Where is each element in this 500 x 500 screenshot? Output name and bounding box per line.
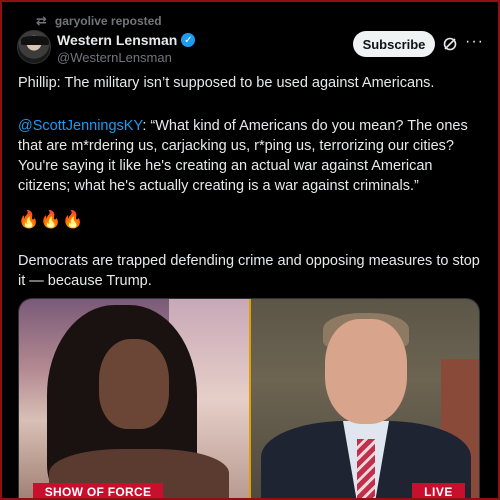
author-name-row[interactable]: Western Lensman ✓ [57,32,196,48]
post-quote: @ScottJenningsKY: “What kind of American… [18,116,480,196]
repost-label: garyolive reposted [54,14,162,28]
avatar-hat-shape [21,36,49,45]
news-chyron: SHOW OF FORCE [33,483,163,499]
post-text-line1: Phillip: The military isn’t supposed to … [18,75,435,91]
live-badge: LIVE [412,483,465,499]
fire-emojis: 🔥🔥🔥 [18,210,85,229]
subscribe-button[interactable]: Subscribe [353,31,435,57]
video-media[interactable]: SHOW OF FORCE LIVE [18,298,480,500]
mention-link[interactable]: @ScottJenningsKY [18,118,142,134]
person-tie-shape [357,439,375,499]
video-panel-left: SHOW OF FORCE [19,299,249,499]
more-icon[interactable]: ··· [465,33,484,51]
avatar[interactable] [17,30,51,64]
author-name[interactable]: Western Lensman [57,32,177,48]
verified-badge-icon[interactable]: ✓ [181,33,196,47]
author-handle[interactable]: @WesternLensman [57,50,172,65]
repost-icon: ⇄ [36,13,47,28]
video-panel-right [251,299,479,499]
person-face-shape [325,319,407,424]
person-face-shape [99,339,169,429]
grok-icon[interactable] [442,36,458,52]
post-text-line4: Democrats are trapped defending crime an… [18,253,480,289]
repost-indicator[interactable]: ⇄ garyolive reposted [36,13,162,29]
